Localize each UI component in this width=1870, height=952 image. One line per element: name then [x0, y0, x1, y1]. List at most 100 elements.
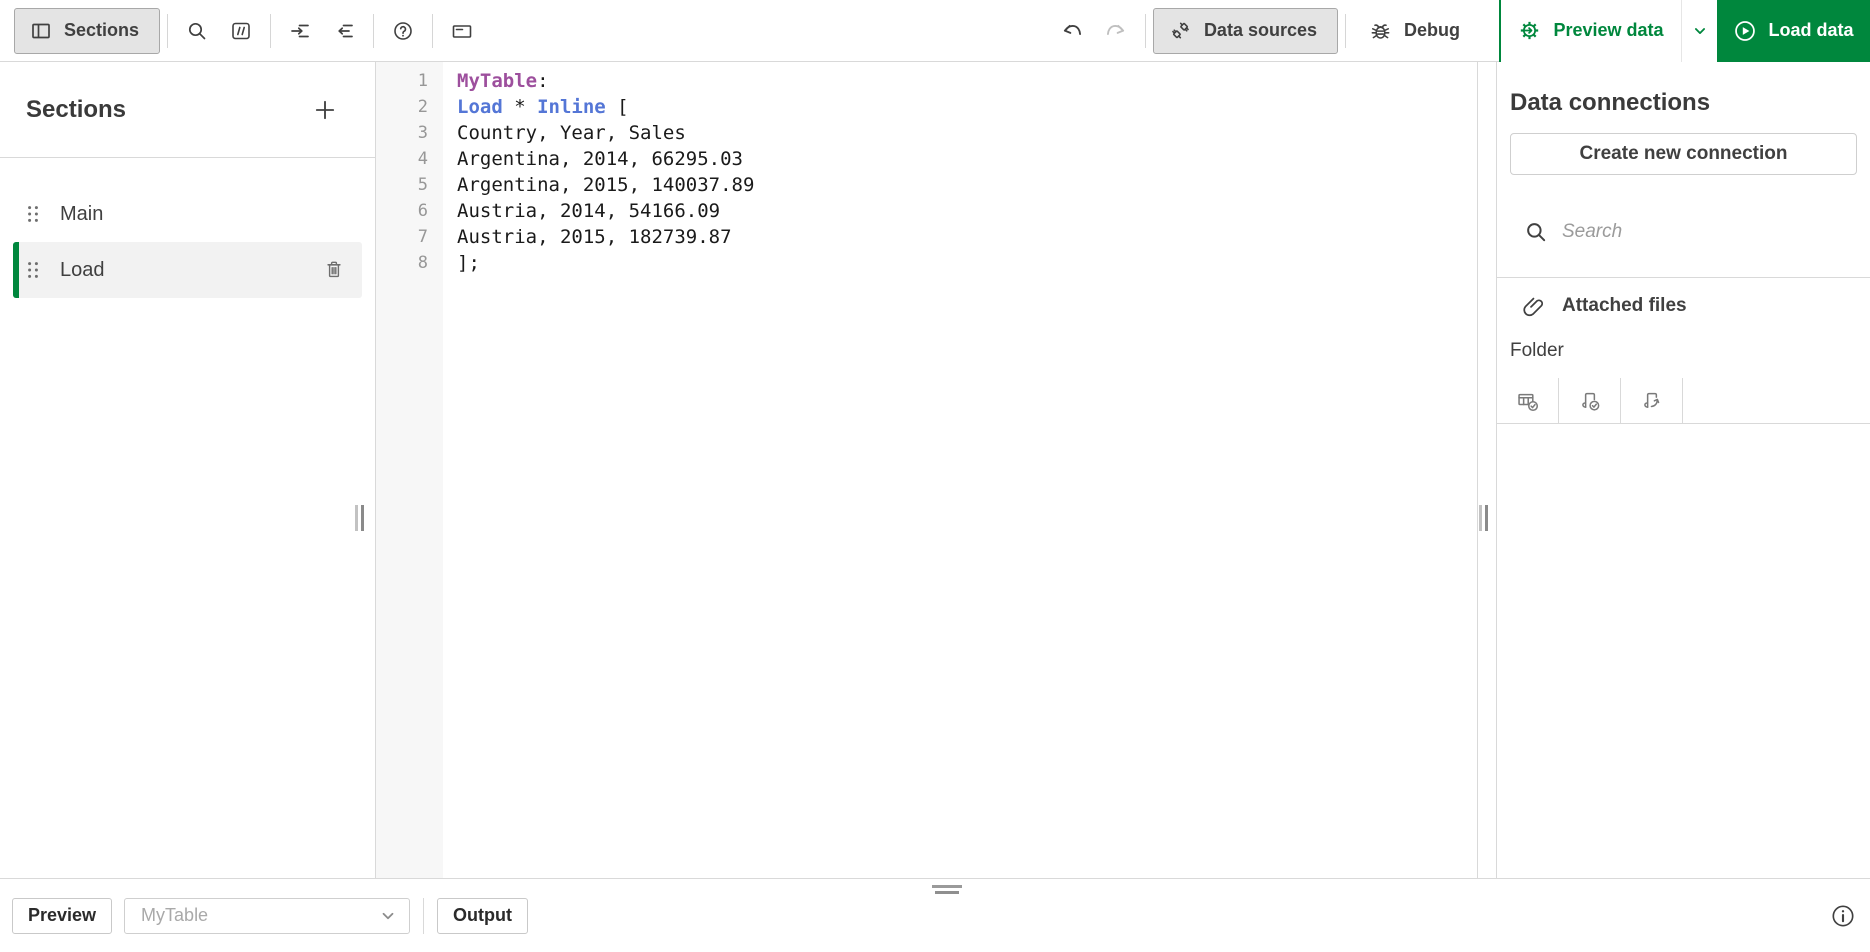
- hints-toggle-button[interactable]: [440, 9, 484, 53]
- add-section-button[interactable]: [311, 96, 339, 124]
- script-arrow-icon: [1640, 389, 1664, 413]
- code-segment-pln: Country, Year, Sales: [457, 122, 686, 144]
- code-segment-pln: ];: [457, 252, 480, 274]
- line-number: 1: [376, 68, 443, 94]
- help-button[interactable]: [381, 9, 425, 53]
- data-connections-title: Data connections: [1510, 88, 1870, 117]
- code-segment-pln: Argentina, 2015, 140037.89: [457, 174, 754, 196]
- bug-icon: [1369, 19, 1392, 42]
- insert-script-button[interactable]: [1559, 378, 1621, 423]
- line-number: 2: [376, 94, 443, 120]
- resize-handle[interactable]: [932, 885, 962, 894]
- line-number: 7: [376, 224, 443, 250]
- data-sources-button[interactable]: Data sources: [1153, 8, 1338, 54]
- chevron-down-icon: [377, 905, 399, 927]
- debug-button[interactable]: Debug: [1353, 8, 1481, 54]
- toolbar-divider: [432, 14, 433, 48]
- indent-button[interactable]: [278, 9, 322, 53]
- outdent-icon: [333, 20, 355, 42]
- load-data-button[interactable]: Load data: [1717, 0, 1870, 62]
- play-icon: [1733, 19, 1757, 43]
- line-numbers: 12345678: [376, 62, 443, 878]
- debug-label: Debug: [1404, 20, 1460, 41]
- paperclip-icon: [1521, 294, 1545, 318]
- script-editor: 12345678 MyTable:Load * Inline [Country,…: [376, 62, 1478, 878]
- code-line[interactable]: Austria, 2014, 54166.09: [457, 198, 1477, 224]
- preview-options-dropdown[interactable]: [1681, 0, 1717, 62]
- table-selector[interactable]: MyTable: [124, 898, 410, 934]
- code-segment-pln: :: [537, 70, 548, 92]
- delete-section-button[interactable]: [322, 258, 346, 282]
- folder-connection-label: Folder: [1497, 338, 1870, 364]
- section-item-main[interactable]: Main: [13, 186, 362, 242]
- undo-button[interactable]: [1050, 9, 1094, 53]
- output-bar: Preview MyTable Output: [0, 878, 1870, 952]
- line-number: 5: [376, 172, 443, 198]
- table-check-icon: [1516, 389, 1540, 413]
- script-check-icon: [1578, 389, 1602, 413]
- section-list: Main Load: [0, 158, 375, 298]
- left-panel-splitter[interactable]: [355, 505, 364, 531]
- load-data-label: Load data: [1768, 20, 1853, 41]
- right-panel-splitter[interactable]: [1479, 505, 1488, 531]
- attached-files-connection[interactable]: Attached files: [1497, 278, 1870, 334]
- code-line[interactable]: Austria, 2015, 182739.87: [457, 224, 1477, 250]
- run-actions-group: Preview data Load data: [1499, 0, 1870, 62]
- code-segment-tbl: MyTable: [457, 70, 537, 92]
- code-segment-pln: [: [606, 96, 629, 118]
- top-toolbar: Sections: [0, 0, 1870, 62]
- search-icon: [186, 20, 208, 42]
- data-sources-label: Data sources: [1204, 20, 1317, 41]
- comment-icon: [230, 20, 252, 42]
- code-line[interactable]: Load * Inline [: [457, 94, 1477, 120]
- redo-icon: [1104, 19, 1128, 43]
- data-connections-panel: Data connections Create new connection A…: [1496, 62, 1870, 878]
- code-segment-pln: Austria, 2015, 182739.87: [457, 226, 732, 248]
- code-line[interactable]: Argentina, 2014, 66295.03: [457, 146, 1477, 172]
- code-segment-kw: Inline: [537, 96, 606, 118]
- attached-files-label: Attached files: [1562, 295, 1687, 317]
- section-item-label: Main: [60, 203, 103, 226]
- line-number: 4: [376, 146, 443, 172]
- chevron-down-icon: [1690, 21, 1710, 41]
- code-line[interactable]: ];: [457, 250, 1477, 276]
- line-number: 6: [376, 198, 443, 224]
- preview-button[interactable]: Preview: [12, 898, 112, 934]
- drag-grip-icon[interactable]: [27, 261, 39, 279]
- code-line[interactable]: Argentina, 2015, 140037.89: [457, 172, 1477, 198]
- sections-title: Sections: [26, 96, 126, 124]
- load-script-button[interactable]: [1621, 378, 1683, 423]
- preview-data-button[interactable]: Preview data: [1501, 0, 1681, 62]
- sections-toggle-button[interactable]: Sections: [14, 8, 160, 54]
- redo-button[interactable]: [1094, 9, 1138, 53]
- drag-grip-icon[interactable]: [27, 205, 39, 223]
- code-lines[interactable]: MyTable:Load * Inline [Country, Year, Sa…: [443, 62, 1477, 878]
- preview-data-label: Preview data: [1553, 20, 1663, 41]
- create-connection-button[interactable]: Create new connection: [1510, 133, 1857, 175]
- code-line[interactable]: Country, Year, Sales: [457, 120, 1477, 146]
- connections-search-input[interactable]: [1562, 221, 1802, 243]
- comment-button[interactable]: [219, 9, 263, 53]
- info-icon: [1830, 903, 1856, 929]
- section-item-load[interactable]: Load: [13, 242, 362, 298]
- toolbar-divider: [373, 14, 374, 48]
- undo-icon: [1060, 19, 1084, 43]
- indent-icon: [289, 20, 311, 42]
- code-segment-kw: Load: [457, 96, 503, 118]
- gear-arrow-icon: [1518, 19, 1541, 42]
- plug-icon: [1169, 19, 1192, 42]
- bottom-bar-divider: [423, 898, 424, 934]
- toolbar-divider: [1145, 14, 1146, 48]
- output-button[interactable]: Output: [437, 898, 528, 934]
- connections-search[interactable]: [1524, 215, 1870, 249]
- select-data-button[interactable]: [1497, 378, 1559, 423]
- search-script-button[interactable]: [175, 9, 219, 53]
- outdent-button[interactable]: [322, 9, 366, 53]
- info-button[interactable]: [1829, 902, 1857, 930]
- toolbar-divider: [270, 14, 271, 48]
- code-line[interactable]: MyTable:: [457, 68, 1477, 94]
- toolbar-divider: [167, 14, 168, 48]
- line-number: 8: [376, 250, 443, 276]
- code-segment-pln: Argentina, 2014, 66295.03: [457, 148, 743, 170]
- line-number: 3: [376, 120, 443, 146]
